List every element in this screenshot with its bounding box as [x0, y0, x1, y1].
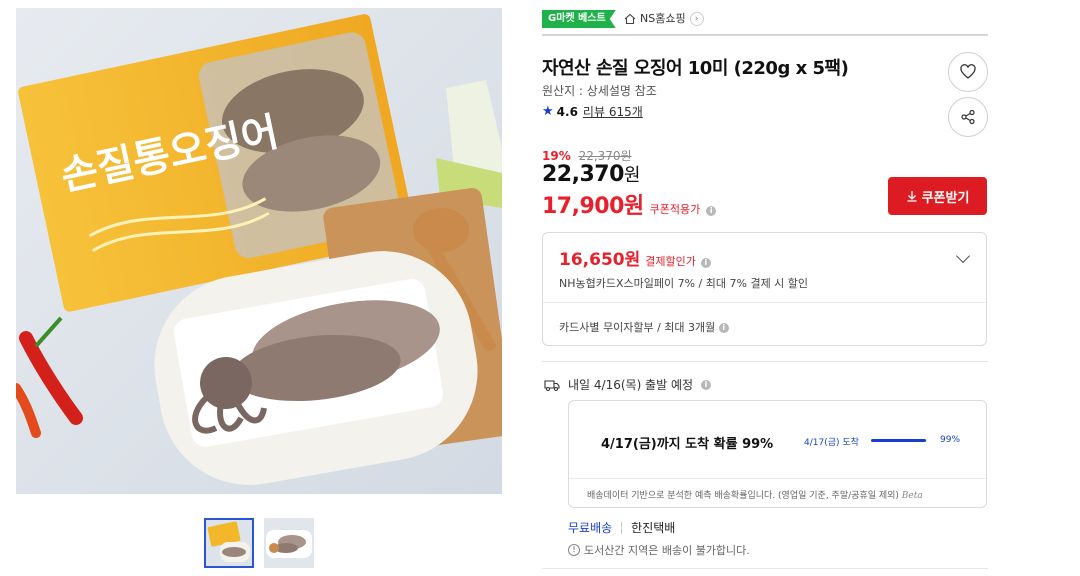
home-icon: [624, 13, 636, 25]
rating-score: 4.6: [556, 104, 578, 119]
rating-row: ★ 4.6 리뷰 615개: [542, 103, 643, 120]
delivery-bar-label: 4/17(금) 도착: [804, 438, 859, 448]
delivery-prediction-card: 4/17(금)까지 도착 확률 99% 4/17(금) 도착 99% 배송데이터…: [568, 400, 987, 508]
delivery-probability-fill: [871, 439, 927, 442]
installment-info: 카드사별 무이자할부 / 최대 3개월 i: [559, 319, 729, 335]
sale-price-amount: 22,370: [542, 162, 624, 187]
sale-price: 22,370원: [542, 161, 640, 187]
coupon-button-label: 쿠폰받기: [921, 190, 970, 206]
truck-icon: [544, 379, 560, 391]
beta-label: Beta: [901, 491, 923, 501]
delivery-bar-percent: 99%: [940, 435, 961, 445]
delivery-note-text: 배송데이터 기반으로 분석한 예측 배송확률입니다. (영업일 기준, 주말/공…: [587, 491, 899, 501]
shop-name: NS홈쇼핑: [640, 12, 686, 25]
gmarket-best-badge: G마켓 베스트: [542, 10, 616, 28]
chevron-right-icon: ›: [689, 12, 704, 26]
delivery-note: 배송데이터 기반으로 분석한 예측 배송확률입니다. (영업일 기준, 주말/공…: [587, 488, 923, 501]
shipping-departure-row: 내일 4/16(목) 출발 예정 i: [544, 376, 712, 393]
share-button[interactable]: [948, 97, 988, 137]
payment-price: 16,650원: [559, 250, 641, 270]
download-icon: [907, 191, 917, 202]
info-icon[interactable]: i: [701, 379, 712, 390]
departure-text: 내일 4/16(목) 출발 예정: [568, 378, 694, 392]
info-icon[interactable]: i: [700, 258, 711, 268]
exclamation-icon: !: [568, 544, 580, 556]
section-divider: [542, 568, 988, 569]
star-icon: ★: [542, 104, 554, 119]
coupon-price: 17,900원: [542, 194, 644, 219]
shipping-method: 무료배송 한진택배: [568, 519, 675, 536]
separator: [621, 521, 623, 534]
payment-description: NH농협카드X스마일페이 7% / 최대 7% 결제 시 할인: [559, 277, 809, 290]
delivery-probability-bar: [871, 439, 927, 442]
info-icon[interactable]: i: [718, 323, 729, 333]
coupon-price-label: 쿠폰적용가: [649, 203, 701, 216]
thumbnail-1[interactable]: [204, 518, 254, 568]
product-main-image: 손질통오징어: [16, 8, 502, 494]
carrier-name: 한진택배: [631, 521, 676, 535]
thumbnail-2[interactable]: [264, 518, 314, 568]
delivery-headline: 4/17(금)까지 도착 확률 99%: [601, 437, 774, 452]
payment-discount-box: 16,650원 결제할인가 i NH농협카드X스마일페이 7% / 최대 7% …: [542, 232, 987, 346]
review-link[interactable]: 리뷰 615개: [583, 103, 643, 120]
wishlist-button[interactable]: [948, 52, 988, 92]
share-icon: [961, 109, 975, 125]
payment-discount-header[interactable]: 16,650원 결제할인가 i NH농협카드X스마일페이 7% / 최대 7% …: [543, 233, 986, 303]
chevron-down-icon[interactable]: [955, 248, 971, 264]
shipping-notice: ! 도서산간 지역은 배송이 불가합니다.: [568, 542, 750, 558]
coupon-price-row: 17,900원 쿠폰적용가 i: [542, 188, 717, 220]
payment-price-label: 결제할인가: [645, 255, 696, 268]
shipping-notice-text: 도서산간 지역은 배송이 불가합니다.: [584, 544, 750, 557]
free-shipping: 무료배송: [568, 521, 613, 535]
product-title: 자연산 손질 오징어 10미 (220g x 5팩): [542, 58, 849, 79]
product-origin: 원산지 : 상세설명 참조: [542, 84, 657, 98]
installment-text: 카드사별 무이자할부 / 최대 3개월: [559, 321, 716, 334]
section-divider: [542, 361, 988, 362]
coupon-download-button[interactable]: 쿠폰받기: [888, 177, 987, 215]
heart-icon: [960, 64, 976, 79]
seller-header: G마켓 베스트 NS홈쇼핑 ›: [542, 8, 988, 36]
shop-link[interactable]: NS홈쇼핑 ›: [624, 10, 704, 28]
sale-price-unit: 원: [623, 165, 641, 186]
info-icon[interactable]: i: [706, 206, 717, 216]
